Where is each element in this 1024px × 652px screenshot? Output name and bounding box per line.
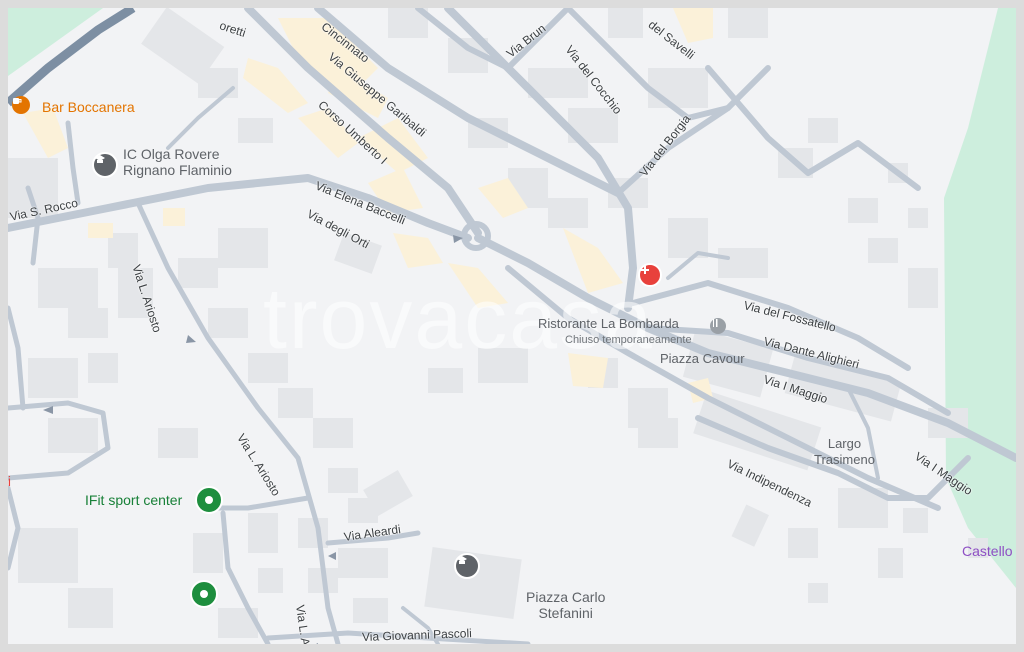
poi-largo-trasimeno[interactable]: Largo Trasimeno [814, 436, 875, 468]
poi-ic-olga-rovere[interactable]: IC Olga Rovere Rignano Flaminio [123, 146, 232, 178]
pin-dot [200, 590, 208, 598]
poi-line: Piazza Carlo [526, 589, 606, 605]
poi-line: Rignano Flaminio [123, 162, 232, 178]
medical-icon[interactable] [638, 263, 662, 287]
park-area [944, 8, 1016, 588]
poi-castello[interactable]: Castello [962, 543, 1013, 559]
poi-piazza-cavour[interactable]: Piazza Cavour [660, 351, 745, 367]
poi-bar-boccanera[interactable]: Bar Boccanera [42, 99, 135, 115]
pin-dot [205, 496, 213, 504]
poi-line: IC Olga Rovere [123, 146, 220, 162]
poi-line: Stefanini [538, 605, 593, 621]
poi-piazza-carlo-stefanini[interactable]: Piazza Carlo Stefanini [526, 589, 605, 621]
school-icon[interactable] [92, 152, 118, 178]
poi-ristorante-la-bombarda[interactable]: Ristorante La Bombarda [538, 316, 679, 332]
gym-pin-icon[interactable] [195, 486, 223, 514]
poi-ifit-sport-center[interactable]: IFit sport center [85, 492, 182, 508]
poi-partial-label: ti [8, 473, 11, 489]
restaurant-icon[interactable] [710, 318, 726, 334]
school-icon[interactable] [454, 553, 480, 579]
poi-line: Largo [827, 436, 862, 451]
map-canvas[interactable]: trovacasa oretti Cincinnato Via Giuseppe… [8, 8, 1016, 644]
green-pin-icon[interactable] [190, 580, 218, 608]
poi-status: Chiuso temporaneamente [565, 334, 692, 346]
poi-line: Trasimeno [814, 452, 875, 467]
cafe-icon[interactable] [12, 96, 30, 114]
